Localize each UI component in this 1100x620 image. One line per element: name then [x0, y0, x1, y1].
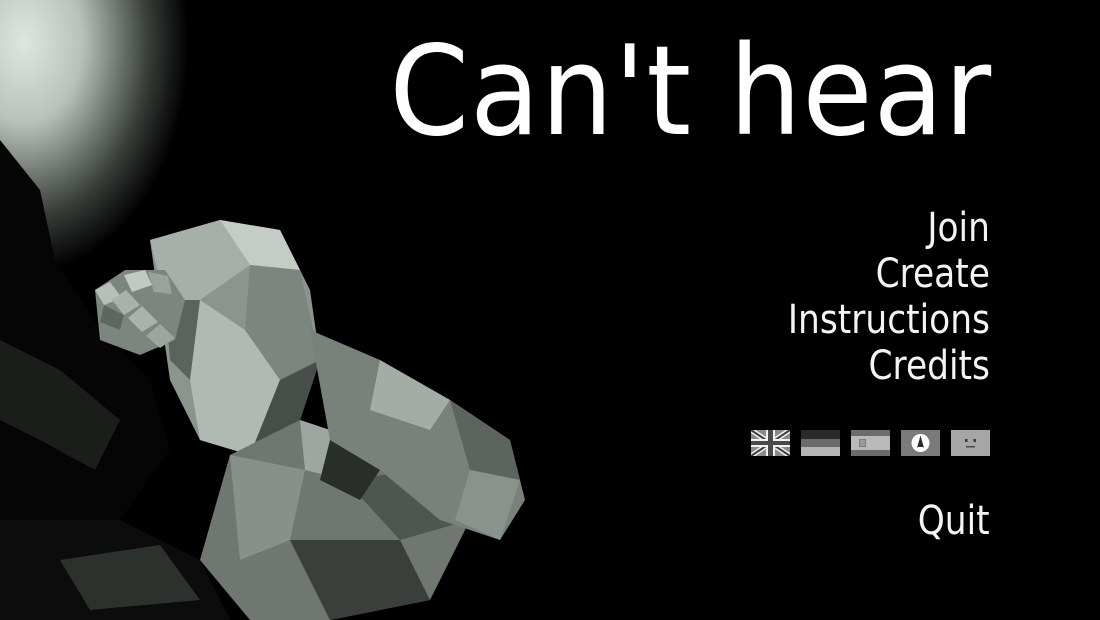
game-screen: Can't hear Join Create Instructions Cred… [0, 0, 1100, 620]
main-menu: Join Create Instructions Credits [755, 205, 990, 389]
spanish-flag-icon[interactable] [851, 430, 890, 456]
language-selector [751, 430, 990, 456]
game-title: Can't hear [389, 20, 992, 164]
credits-button[interactable]: Credits [788, 343, 990, 389]
esperanto-flag-icon[interactable] [901, 430, 940, 456]
uk-flag-icon[interactable] [751, 430, 790, 456]
smiley-flag-icon[interactable] [951, 430, 990, 456]
create-button[interactable]: Create [788, 251, 990, 297]
instructions-button[interactable]: Instructions [788, 297, 990, 343]
join-button[interactable]: Join [788, 205, 990, 251]
german-flag-icon[interactable] [801, 430, 840, 456]
quit-button[interactable]: Quit [918, 498, 990, 544]
